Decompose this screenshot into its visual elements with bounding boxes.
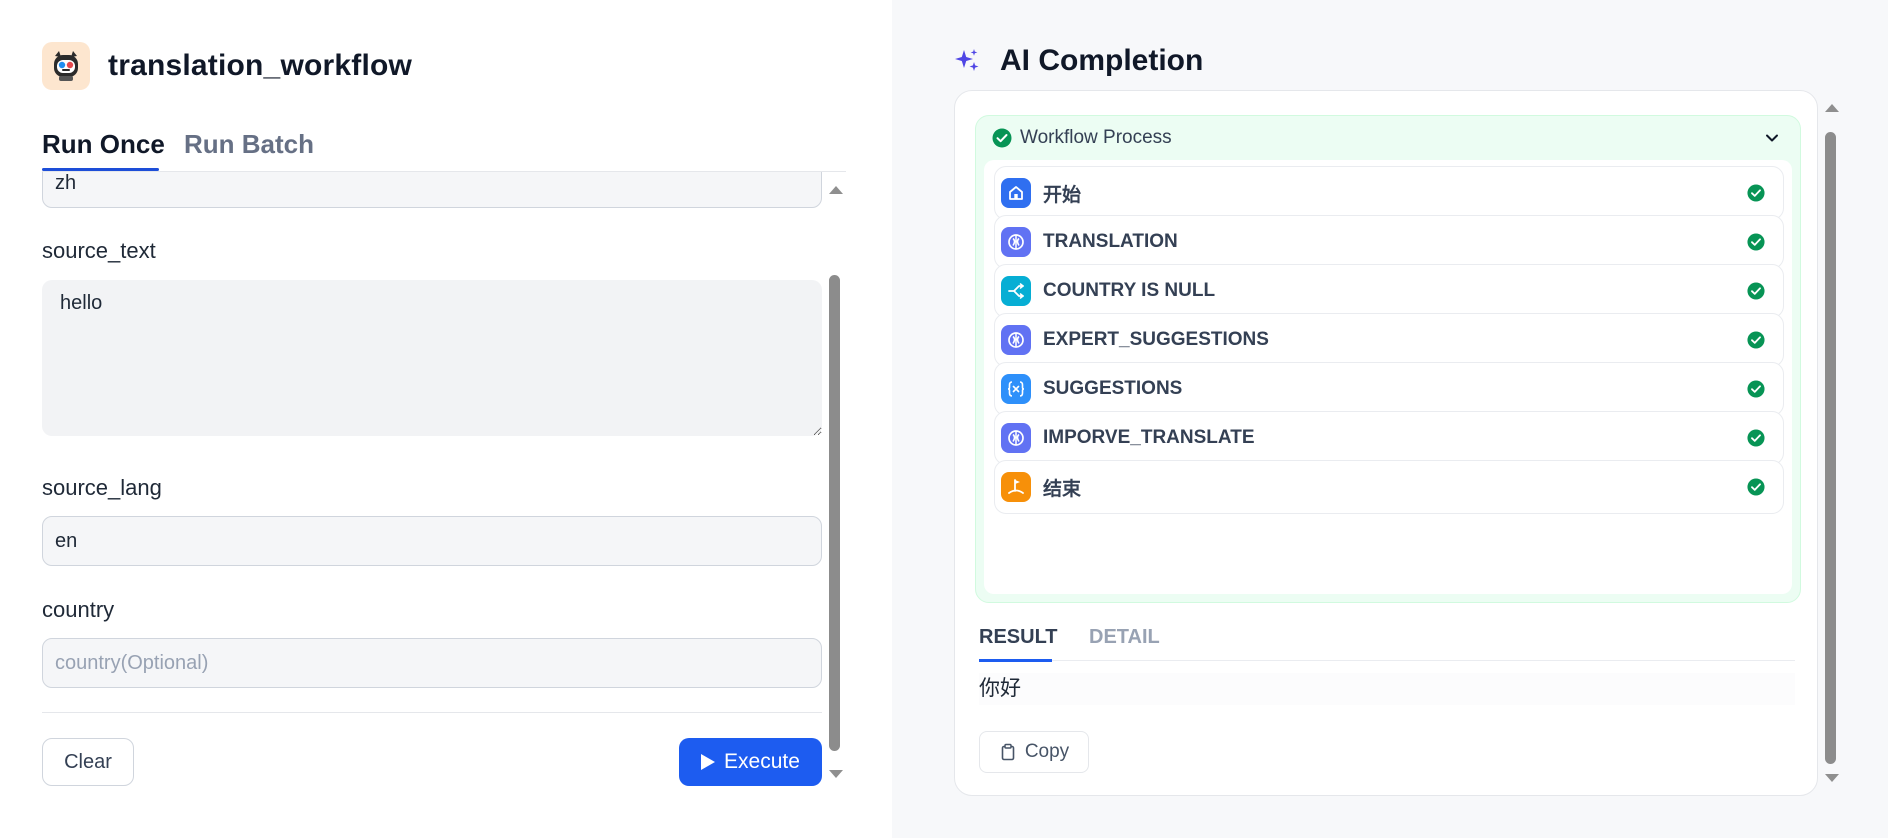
workflow-node-imporve-translate[interactable]: IMPORVE_TRANSLATE <box>994 411 1784 465</box>
scroll-down-arrow-icon[interactable] <box>829 770 843 778</box>
scrollbar-thumb[interactable] <box>1825 132 1836 764</box>
run-mode-tabs: Run Once Run Batch <box>42 126 846 172</box>
chevron-down-icon[interactable] <box>1764 130 1780 146</box>
run-panel: translation_workflow Run Once Run Batch … <box>0 0 892 838</box>
node-label: SUGGESTIONS <box>1043 378 1183 399</box>
country-input[interactable] <box>42 638 822 688</box>
node-label: IMPORVE_TRANSLATE <box>1043 427 1255 448</box>
workflow-process-panel: Workflow Process 开始 TRANSLATION COUNTRY … <box>975 115 1801 603</box>
scroll-down-arrow-icon[interactable] <box>1825 774 1839 782</box>
node-label: 开始 <box>1043 184 1082 206</box>
variable-icon <box>1001 374 1031 404</box>
success-check-icon <box>1747 184 1765 202</box>
completion-panel: AI Completion Workflow Process 开始 TRANSL… <box>892 0 1888 838</box>
llm-brain-icon <box>1001 423 1031 453</box>
source-lang-input[interactable] <box>42 516 822 566</box>
tab-run-batch[interactable]: Run Batch <box>184 126 314 162</box>
copy-button[interactable]: Copy <box>979 731 1089 773</box>
success-check-icon <box>1747 478 1765 496</box>
success-check-icon <box>1747 282 1765 300</box>
llm-brain-icon <box>1001 227 1031 257</box>
success-check-icon <box>1747 380 1765 398</box>
node-label: COUNTRY IS NULL <box>1043 280 1216 301</box>
input-form: source_text hello source_lang country Cl… <box>0 172 846 790</box>
play-icon <box>701 754 716 770</box>
execute-button[interactable]: Execute <box>679 738 822 786</box>
node-label: 结束 <box>1043 478 1082 500</box>
form-scrollbar[interactable] <box>826 176 844 784</box>
scroll-up-arrow-icon[interactable] <box>829 186 843 194</box>
app-header: translation_workflow <box>42 42 412 90</box>
app-title: translation_workflow <box>108 49 413 82</box>
clipboard-icon <box>1001 743 1015 761</box>
workflow-node-country-is-null[interactable]: COUNTRY IS NULL <box>994 264 1784 318</box>
workflow-node-start[interactable]: 开始 <box>994 166 1784 220</box>
workflow-node-list: 开始 TRANSLATION COUNTRY IS NULL EXPERT_SU… <box>984 160 1792 594</box>
scroll-up-arrow-icon[interactable] <box>1825 104 1839 112</box>
home-icon <box>1001 178 1031 208</box>
source-lang-label: source_lang <box>42 475 162 500</box>
tab-run-once[interactable]: Run Once <box>42 126 165 162</box>
end-flag-icon <box>1001 472 1031 502</box>
workflow-process-header[interactable]: Workflow Process <box>976 116 1800 160</box>
source-text-label: source_text <box>42 238 156 263</box>
result-output: 你好 <box>979 673 1795 705</box>
success-check-icon <box>1747 429 1765 447</box>
target-lang-input[interactable] <box>42 172 822 208</box>
success-check-icon <box>1747 331 1765 349</box>
ai-completion-title: AI Completion <box>1000 44 1204 77</box>
branch-icon <box>1001 276 1031 306</box>
workflow-process-title: Workflow Process <box>1020 127 1172 148</box>
workflow-node-suggestions[interactable]: SUGGESTIONS <box>994 362 1784 416</box>
robot-logo-icon <box>42 42 90 90</box>
active-result-tab-indicator <box>979 659 1052 662</box>
workflow-node-end[interactable]: 结束 <box>994 460 1784 514</box>
clear-button[interactable]: Clear <box>42 738 134 786</box>
copy-button-label: Copy <box>1024 741 1070 762</box>
scrollbar-thumb[interactable] <box>829 275 840 751</box>
source-text-input[interactable]: hello <box>42 280 822 436</box>
ai-completion-header: AI Completion <box>954 44 1203 78</box>
result-tabs: RESULT DETAIL <box>979 621 1795 662</box>
tab-result[interactable]: RESULT <box>979 621 1058 653</box>
workflow-node-translation[interactable]: TRANSLATION <box>994 215 1784 269</box>
node-label: EXPERT_SUGGESTIONS <box>1043 329 1269 350</box>
execute-button-label: Execute <box>724 750 800 773</box>
tab-detail[interactable]: DETAIL <box>1089 621 1160 653</box>
llm-brain-icon <box>1001 325 1031 355</box>
success-check-icon <box>1747 233 1765 251</box>
completion-scrollbar[interactable] <box>1822 94 1840 788</box>
form-divider <box>42 712 822 713</box>
success-check-icon <box>992 128 1012 148</box>
country-label: country <box>42 597 115 622</box>
node-label: TRANSLATION <box>1043 231 1178 252</box>
sparkle-icon <box>955 49 979 71</box>
active-tab-indicator <box>42 168 159 171</box>
completion-card: Workflow Process 开始 TRANSLATION COUNTRY … <box>954 90 1818 796</box>
workflow-node-expert-suggestions[interactable]: EXPERT_SUGGESTIONS <box>994 313 1784 367</box>
